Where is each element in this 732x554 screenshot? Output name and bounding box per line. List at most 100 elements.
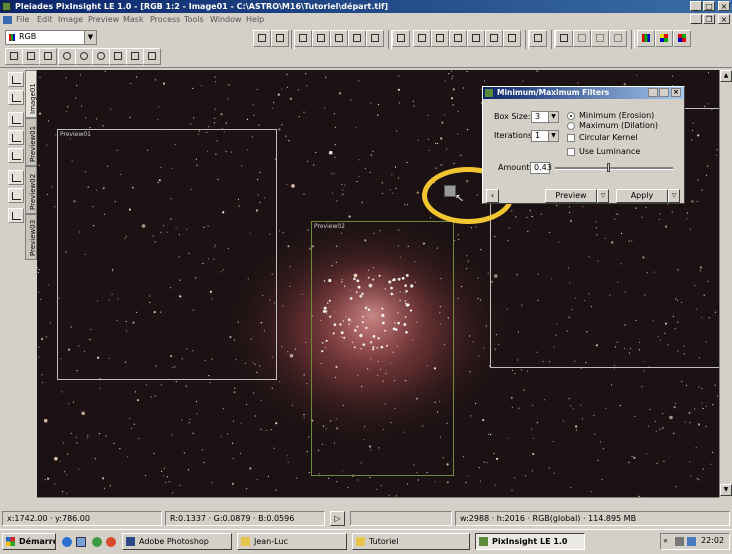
- channel-g-icon[interactable]: [591, 30, 609, 47]
- view-tool-e-icon[interactable]: [330, 30, 348, 47]
- preview-tool-a-icon[interactable]: [392, 30, 410, 47]
- histogram-icon[interactable]: [637, 30, 655, 47]
- preview-dropdown-icon[interactable]: ▽: [597, 189, 609, 203]
- close-icon[interactable]: ×: [718, 1, 730, 11]
- preview-tool-b-icon[interactable]: [413, 30, 431, 47]
- dialog-close-icon[interactable]: ×: [671, 88, 681, 97]
- menu-help[interactable]: Help: [246, 15, 264, 24]
- curves-tool-icon[interactable]: [8, 90, 24, 105]
- channel-b-icon[interactable]: [609, 30, 627, 47]
- tool-9-icon[interactable]: [143, 48, 161, 65]
- network-icon[interactable]: [687, 537, 696, 546]
- tray-arrow-icon[interactable]: «: [663, 536, 668, 545]
- mask-tool-icon[interactable]: [529, 30, 547, 47]
- scroll-down-icon[interactable]: ▼: [720, 484, 732, 496]
- doc-close-icon[interactable]: ×: [718, 14, 730, 24]
- color-cross-icon[interactable]: [673, 30, 691, 47]
- apply-button[interactable]: Apply: [616, 189, 668, 203]
- fit-view-icon[interactable]: [109, 48, 127, 65]
- task-photoshop[interactable]: Adobe Photoshop: [122, 533, 232, 550]
- box-size-select[interactable]: 3 ▼: [531, 111, 559, 123]
- apply-dropdown-icon[interactable]: ▽: [668, 189, 680, 203]
- amount-slider[interactable]: [555, 163, 673, 172]
- task-pixinsight[interactable]: PixInsight LE 1.0: [475, 533, 585, 550]
- scroll-up-icon[interactable]: ▲: [720, 70, 732, 82]
- color-grid-icon[interactable]: [655, 30, 673, 47]
- view-tool-c-icon[interactable]: [294, 30, 312, 47]
- browser-icon[interactable]: [92, 537, 102, 547]
- menu-preview[interactable]: Preview: [88, 15, 119, 24]
- iterations-select[interactable]: 1 ▼: [531, 130, 559, 142]
- menu-image[interactable]: Image: [58, 15, 83, 24]
- maximize-icon[interactable]: □: [703, 1, 715, 11]
- channel-r-icon[interactable]: [573, 30, 591, 47]
- tab-preview02[interactable]: Preview02: [25, 166, 37, 214]
- pan-tool-icon[interactable]: [58, 48, 76, 65]
- preview-tool-g-icon[interactable]: [503, 30, 521, 47]
- document-menu-icon[interactable]: [3, 16, 12, 24]
- doc-minimize-icon[interactable]: _: [690, 14, 702, 24]
- dialog-title: Minimum/Maximum Filters: [497, 88, 610, 97]
- menu-edit[interactable]: Edit: [37, 15, 53, 24]
- speaker-icon[interactable]: [675, 537, 684, 546]
- minimize-icon[interactable]: _: [690, 1, 702, 11]
- histogram-tool-icon[interactable]: [8, 72, 24, 87]
- preview-tool-f-icon[interactable]: [485, 30, 503, 47]
- media-icon[interactable]: [106, 537, 116, 547]
- doc-restore-icon[interactable]: ❐: [703, 14, 715, 24]
- dialog-maximize-icon[interactable]: [659, 88, 669, 97]
- channel-tool-a-icon[interactable]: [555, 30, 573, 47]
- menu-process[interactable]: Process: [150, 15, 180, 24]
- tool-1-icon[interactable]: [5, 48, 23, 65]
- tool-3-icon[interactable]: [39, 48, 57, 65]
- preview-tool-c-icon[interactable]: [431, 30, 449, 47]
- tab-preview01[interactable]: Preview01: [25, 118, 37, 166]
- menu-tools[interactable]: Tools: [184, 15, 204, 24]
- dialog-title-bar[interactable]: Minimum/Maximum Filters ×: [483, 87, 684, 99]
- use-luminance-checkbox[interactable]: [567, 148, 575, 156]
- wavelet-tool-icon[interactable]: [8, 148, 24, 163]
- color-space-select[interactable]: RGB ▼: [5, 30, 97, 45]
- dialog-minimize-icon[interactable]: [648, 88, 658, 97]
- zoom-in-icon[interactable]: [75, 48, 93, 65]
- minimum-radio[interactable]: [567, 112, 575, 120]
- zoom-out-icon[interactable]: [92, 48, 110, 65]
- tab-preview03[interactable]: Preview03: [25, 214, 37, 260]
- tab-image01[interactable]: Image01: [25, 70, 37, 118]
- circular-kernel-checkbox[interactable]: [567, 134, 575, 142]
- menu-file[interactable]: File: [16, 15, 29, 24]
- view-tool-f-icon[interactable]: [348, 30, 366, 47]
- noise-tool-icon[interactable]: [8, 208, 24, 223]
- levels-tool-icon[interactable]: [8, 170, 24, 185]
- tool-8-icon[interactable]: [126, 48, 144, 65]
- tool-2-icon[interactable]: [22, 48, 40, 65]
- collapse-button[interactable]: ‹: [486, 189, 499, 203]
- view-tool-g-icon[interactable]: [366, 30, 384, 47]
- preview-button[interactable]: Preview: [545, 189, 597, 203]
- preview02-frame[interactable]: Preview02: [311, 221, 454, 476]
- vertical-scrollbar[interactable]: ▲ ▼: [719, 70, 732, 497]
- amount-input[interactable]: 0.43: [530, 162, 552, 174]
- view-tool-d-icon[interactable]: [312, 30, 330, 47]
- view-tool-a-icon[interactable]: [253, 30, 271, 47]
- transform-tool-icon[interactable]: [8, 112, 24, 127]
- color-tool-icon[interactable]: [8, 188, 24, 203]
- play-button[interactable]: ▷: [330, 511, 345, 526]
- circular-kernel-label: Circular Kernel: [579, 133, 638, 142]
- menu-mask[interactable]: Mask: [123, 15, 144, 24]
- maximum-radio[interactable]: [567, 122, 575, 130]
- view-tool-b-icon[interactable]: [271, 30, 289, 47]
- stats-tool-icon[interactable]: [8, 130, 24, 145]
- amount-slider-handle[interactable]: [607, 163, 610, 172]
- preview-tool-e-icon[interactable]: [467, 30, 485, 47]
- task-jean-luc[interactable]: Jean-Luc: [237, 533, 347, 550]
- toolbar: RGB ▼: [0, 27, 732, 68]
- taskbar: Démarrer Adobe Photoshop Jean-Luc Tutori…: [0, 529, 732, 554]
- preview01-frame[interactable]: Preview01: [57, 129, 277, 380]
- ie-icon[interactable]: [62, 537, 72, 547]
- task-tutoriel[interactable]: Tutoriel: [352, 533, 470, 550]
- menu-window[interactable]: Window: [210, 15, 242, 24]
- desktop-icon[interactable]: [76, 537, 86, 547]
- preview-tool-d-icon[interactable]: [449, 30, 467, 47]
- start-button[interactable]: Démarrer: [2, 533, 56, 550]
